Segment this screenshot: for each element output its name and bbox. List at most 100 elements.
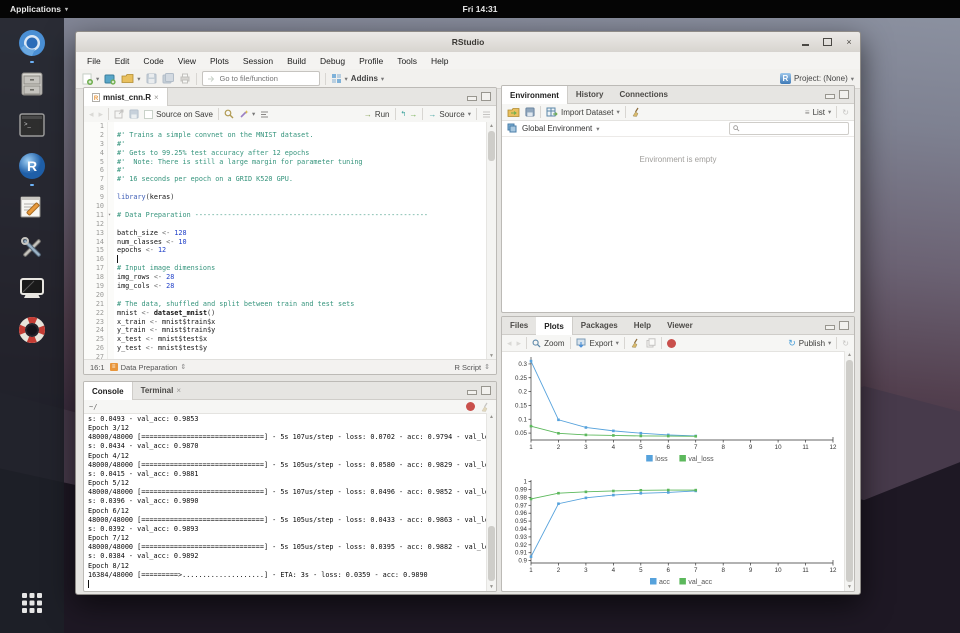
scroll-up-icon[interactable]: ▲ — [487, 122, 496, 130]
menu-plots[interactable]: Plots — [203, 56, 236, 66]
clear-console-broom-icon[interactable] — [480, 402, 491, 412]
dock-item-text-editor[interactable] — [12, 187, 52, 227]
minimize-pane-icon[interactable] — [467, 96, 477, 101]
environment-search[interactable] — [729, 122, 849, 135]
minimize-pane-icon[interactable] — [467, 390, 477, 395]
import-dataset-button[interactable]: Import Dataset ▾ — [546, 107, 620, 117]
minimize-pane-icon[interactable] — [825, 325, 835, 330]
dock-item-help[interactable] — [12, 310, 52, 350]
environment-search-input[interactable] — [742, 124, 845, 133]
plots-scrollbar[interactable]: ▲ ▼ — [844, 351, 854, 591]
tab-help[interactable]: Help — [626, 317, 659, 334]
scrollbar-thumb[interactable] — [846, 360, 853, 582]
menu-profile[interactable]: Profile — [352, 56, 390, 66]
document-outline-icon[interactable] — [482, 110, 491, 119]
dock-item-tools[interactable] — [12, 228, 52, 268]
clear-all-plots-icon[interactable] — [667, 339, 676, 348]
minimize-button[interactable] — [800, 37, 810, 47]
save-workspace-icon[interactable] — [525, 107, 535, 117]
load-workspace-folder-icon[interactable] — [507, 107, 520, 118]
publish-button[interactable]: ↻ Publish ▾ — [788, 338, 831, 349]
close-button[interactable]: × — [844, 37, 854, 47]
next-plot-icon[interactable]: ▸ — [517, 338, 522, 349]
goto-file-search[interactable] — [202, 71, 320, 86]
checkbox-icon[interactable] — [144, 110, 153, 119]
previous-plot-icon[interactable]: ◂ — [507, 338, 512, 349]
scroll-up-icon[interactable]: ▲ — [487, 413, 496, 421]
menu-debug[interactable]: Debug — [313, 56, 352, 66]
menu-file[interactable]: File — [80, 56, 108, 66]
scroll-down-icon[interactable]: ▼ — [845, 583, 854, 591]
back-icon[interactable]: ◂ — [89, 109, 94, 120]
tab-terminal[interactable]: Terminal × — [133, 382, 189, 399]
environment-scope-selector[interactable]: Global Environment — [522, 124, 592, 133]
project-selector[interactable]: R Project: (None) ▾ — [780, 73, 854, 84]
save-button[interactable] — [146, 73, 157, 84]
search-icon[interactable] — [224, 109, 234, 119]
menu-code[interactable]: Code — [136, 56, 170, 66]
document-outline-icon[interactable] — [260, 110, 269, 119]
tab-viewer[interactable]: Viewer — [659, 317, 701, 334]
close-tab-icon[interactable]: × — [176, 386, 181, 395]
remove-plot-broom-icon[interactable] — [630, 338, 641, 348]
open-file-button[interactable]: ▾ — [121, 73, 140, 84]
clock[interactable]: Fri 14:31 — [0, 4, 960, 14]
maximize-pane-icon[interactable] — [839, 90, 849, 99]
refresh-icon[interactable]: ↻ — [842, 108, 849, 117]
tab-connections[interactable]: Connections — [611, 86, 675, 103]
maximize-button[interactable] — [822, 37, 832, 47]
save-all-button[interactable] — [162, 73, 174, 84]
code-tools-button[interactable]: ▾ — [239, 109, 255, 119]
interrupt-r-icon[interactable] — [466, 402, 475, 411]
section-navigator[interactable]: ≡ Data Preparation ⇕ — [110, 363, 187, 372]
save-icon[interactable] — [129, 109, 139, 119]
dock-item-terminal[interactable]: >_ — [12, 105, 52, 145]
rerun-button[interactable]: ↰ → — [401, 110, 418, 119]
dock-item-show-applications[interactable] — [12, 583, 52, 623]
tab-history[interactable]: History — [568, 86, 612, 103]
refresh-icon[interactable]: ↻ — [842, 339, 849, 348]
tab-mnist-cnn[interactable]: R mnist_cnn.R × — [84, 88, 168, 106]
popout-icon[interactable] — [114, 109, 124, 119]
code-editor[interactable]: 1 2 #' Trains a simple convnet on the MN… — [84, 122, 496, 360]
copy-plot-icon[interactable] — [646, 338, 656, 348]
maximize-pane-icon[interactable] — [839, 321, 849, 330]
source-on-save-toggle[interactable]: Source on Save — [144, 110, 213, 119]
new-file-button[interactable]: ▾ — [82, 73, 99, 85]
scrollbar-thumb[interactable] — [488, 131, 495, 161]
forward-icon[interactable]: ▸ — [99, 109, 104, 120]
dock-item-r[interactable]: R — [12, 146, 52, 186]
scroll-up-icon[interactable]: ▲ — [845, 351, 854, 359]
window-titlebar[interactable]: RStudio × — [76, 32, 860, 53]
dock-item-display[interactable] — [12, 269, 52, 309]
menu-view[interactable]: View — [171, 56, 203, 66]
doc-type-selector[interactable]: R Script ⇕ — [454, 363, 490, 372]
maximize-pane-icon[interactable] — [481, 92, 491, 101]
scroll-down-icon[interactable]: ▼ — [487, 583, 496, 591]
addins-button[interactable]: ▾ Addins ▾ — [331, 73, 385, 84]
tab-plots[interactable]: Plots — [536, 317, 573, 335]
menu-tools[interactable]: Tools — [390, 56, 424, 66]
tab-files[interactable]: Files — [502, 317, 536, 334]
goto-file-input[interactable] — [218, 73, 312, 84]
maximize-pane-icon[interactable] — [481, 386, 491, 395]
dock-item-file-manager[interactable] — [12, 64, 52, 104]
export-plot-button[interactable]: Export ▾ — [576, 338, 619, 348]
new-project-button[interactable] — [104, 73, 116, 85]
menu-session[interactable]: Session — [236, 56, 280, 66]
close-tab-icon[interactable]: × — [154, 93, 159, 102]
working-directory[interactable]: ~/ — [89, 403, 97, 411]
tab-packages[interactable]: Packages — [573, 317, 626, 334]
source-button[interactable]: → Source ▾ — [428, 110, 471, 119]
menu-help[interactable]: Help — [424, 56, 455, 66]
tab-console[interactable]: Console — [84, 382, 133, 400]
console-scrollbar[interactable]: ▲ ▼ — [486, 413, 496, 591]
console-output[interactable]: s: 0.0493 - val_acc: 0.9853Epoch 3/12480… — [84, 413, 486, 591]
editor-scrollbar[interactable]: ▲ ▼ — [486, 122, 496, 360]
zoom-plot-button[interactable]: Zoom — [532, 339, 564, 348]
scrollbar-thumb[interactable] — [488, 526, 495, 581]
list-view-selector[interactable]: ≡ List ▾ — [805, 108, 831, 117]
menu-build[interactable]: Build — [280, 56, 313, 66]
menu-edit[interactable]: Edit — [108, 56, 137, 66]
minimize-pane-icon[interactable] — [825, 94, 835, 99]
